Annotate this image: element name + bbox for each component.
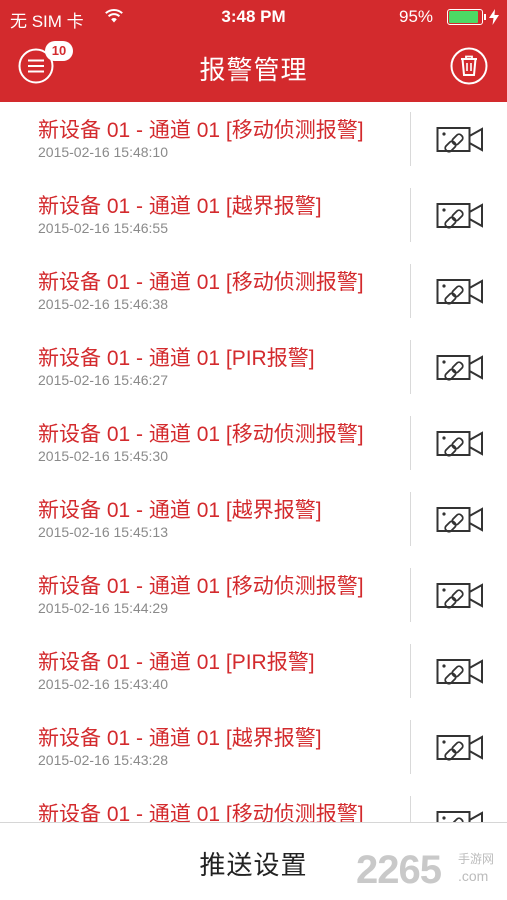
bolt-icon: [489, 9, 499, 25]
row-divider: [410, 568, 411, 622]
alarm-time: 2015-02-16 15:45:13: [38, 524, 168, 540]
linked-video-camera-icon[interactable]: [436, 122, 484, 156]
alarm-row[interactable]: 新设备 01 - 通道 01 [越界报警] 2015-02-16 15:46:55: [0, 178, 507, 254]
alarm-title: 新设备 01 - 通道 01 [移动侦测报警]: [38, 803, 364, 822]
alarm-row[interactable]: 新设备 01 - 通道 01 [PIR报警] 2015-02-16 15:46:2…: [0, 330, 507, 406]
linked-video-camera-icon[interactable]: [436, 806, 484, 822]
alarm-title: 新设备 01 - 通道 01 [移动侦测报警]: [38, 119, 364, 142]
linked-video-camera-icon[interactable]: [436, 654, 484, 688]
alarm-time: 2015-02-16 15:48:10: [38, 144, 168, 160]
footer: 推送设置 2265 手游网 .com: [0, 822, 507, 900]
alarm-row[interactable]: 新设备 01 - 通道 01 [移动侦测报警] 2015-02-16 15:46:…: [0, 254, 507, 330]
page-title: 报警管理: [199, 55, 308, 85]
battery-icon: [447, 9, 483, 25]
app-header: 无 SIM 卡 3:48 PM 95% 10 报警管理: [0, 0, 507, 102]
alarm-row[interactable]: 新设备 01 - 通道 01 [移动侦测报警] 2015-02-16 15:48:…: [0, 102, 507, 178]
alarm-title: 新设备 01 - 通道 01 [移动侦测报警]: [38, 423, 364, 446]
alarm-time: 2015-02-16 15:44:29: [38, 600, 168, 616]
linked-video-camera-icon[interactable]: [436, 426, 484, 460]
alarm-time: 2015-02-16 15:46:38: [38, 296, 168, 312]
alarm-row[interactable]: 新设备 01 - 通道 01 [PIR报警] 2015-02-16 15:43:4…: [0, 634, 507, 710]
linked-video-camera-icon[interactable]: [436, 502, 484, 536]
row-divider: [410, 112, 411, 166]
alarm-time: 2015-02-16 15:43:40: [38, 676, 168, 692]
alarm-time: 2015-02-16 15:46:55: [38, 220, 168, 236]
alarm-time: 2015-02-16 15:43:28: [38, 752, 168, 768]
alarm-row[interactable]: 新设备 01 - 通道 01 [移动侦测报警] 2015-02-16 15:44:…: [0, 558, 507, 634]
alarm-title: 新设备 01 - 通道 01 [越界报警]: [38, 727, 322, 750]
alarm-time: 2015-02-16 15:45:30: [38, 448, 168, 464]
row-divider: [410, 492, 411, 546]
alarm-time: 2015-02-16 15:46:27: [38, 372, 168, 388]
battery-tip: [484, 14, 486, 20]
alarm-row[interactable]: 新设备 01 - 通道 01 [移动侦测报警] 2015-02-16 15:45:…: [0, 406, 507, 482]
alarm-row[interactable]: 新设备 01 - 通道 01 [移动侦测报警]: [0, 786, 507, 822]
watermark-logo: 2265: [356, 848, 442, 892]
row-divider: [410, 416, 411, 470]
alarm-title: 新设备 01 - 通道 01 [越界报警]: [38, 499, 322, 522]
battery-fill: [449, 11, 479, 23]
battery-percent: 95%: [399, 7, 434, 26]
linked-video-camera-icon[interactable]: [436, 274, 484, 308]
watermark-com: .com: [458, 868, 489, 884]
linked-video-camera-icon[interactable]: [436, 578, 484, 612]
trash-icon[interactable]: [450, 47, 488, 85]
row-divider: [410, 188, 411, 242]
row-divider: [410, 720, 411, 774]
row-divider: [410, 644, 411, 698]
watermark-sub: 手游网: [458, 852, 495, 866]
alarm-row[interactable]: 新设备 01 - 通道 01 [越界报警] 2015-02-16 15:45:13: [0, 482, 507, 558]
row-divider: [410, 796, 411, 822]
alarm-row[interactable]: 新设备 01 - 通道 01 [越界报警] 2015-02-16 15:43:28: [0, 710, 507, 786]
linked-video-camera-icon[interactable]: [436, 730, 484, 764]
linked-video-camera-icon[interactable]: [436, 350, 484, 384]
row-divider: [410, 264, 411, 318]
linked-video-camera-icon[interactable]: [436, 198, 484, 232]
alarm-title: 新设备 01 - 通道 01 [PIR报警]: [38, 651, 315, 674]
alarm-title: 新设备 01 - 通道 01 [越界报警]: [38, 195, 322, 218]
alarm-title: 新设备 01 - 通道 01 [移动侦测报警]: [38, 271, 364, 294]
status-bar: 无 SIM 卡 3:48 PM 95%: [0, 0, 507, 34]
alarm-title: 新设备 01 - 通道 01 [移动侦测报警]: [38, 575, 364, 598]
alarm-list[interactable]: 新设备 01 - 通道 01 [移动侦测报警] 2015-02-16 15:48:…: [0, 102, 507, 822]
alarm-title: 新设备 01 - 通道 01 [PIR报警]: [38, 347, 315, 370]
row-divider: [410, 340, 411, 394]
